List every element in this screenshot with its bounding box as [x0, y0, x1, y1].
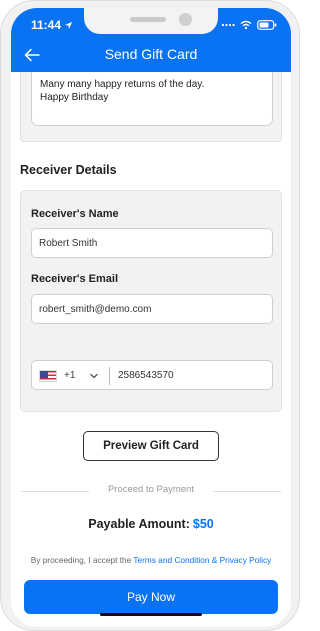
gift-message-line: Many many happy returns of the day.	[40, 79, 205, 90]
receiver-name-label: Receiver's Name	[31, 208, 119, 220]
chevron-down-icon[interactable]	[88, 370, 100, 382]
proceed-to-payment-label: Proceed to Payment	[107, 484, 195, 495]
receiver-section-title: Receiver Details	[20, 163, 117, 177]
phone-number-value: 2586543570	[118, 370, 174, 381]
gift-message-textarea[interactable]: Many many happy returns of the day. Happ…	[31, 72, 273, 126]
pay-now-button[interactable]: Pay Now	[24, 580, 278, 614]
phone-frame: 11:44 Send Gift Card Many many happy ret…	[0, 0, 300, 631]
wifi-icon	[240, 20, 252, 30]
receiver-name-input[interactable]: Robert Smith	[31, 228, 273, 258]
phone-divider	[109, 367, 110, 385]
location-arrow-icon	[64, 21, 73, 29]
consent-text: By proceeding, I accept the Terms and Co…	[11, 555, 291, 565]
signal-dots-icon	[221, 23, 235, 27]
battery-icon	[257, 20, 277, 30]
receiver-email-value: robert_smith@demo.com	[39, 303, 152, 315]
app-screen: 11:44 Send Gift Card Many many happy ret…	[11, 8, 291, 627]
page-title: Send Gift Card	[104, 46, 198, 62]
preview-gift-card-button[interactable]: Preview Gift Card	[83, 431, 219, 461]
front-camera	[179, 13, 192, 26]
status-time: 11:44	[31, 18, 62, 32]
status-time-group: 11:44	[31, 18, 73, 32]
proceed-divider: Proceed to Payment	[21, 484, 281, 498]
nav-header: Send Gift Card	[11, 44, 291, 66]
app-header-bar: 11:44 Send Gift Card	[11, 8, 291, 72]
receiver-details-card: Receiver's Name Robert Smith Receiver's …	[20, 190, 282, 412]
receiver-name-value: Robert Smith	[39, 237, 98, 249]
message-card: Many many happy returns of the day. Happ…	[20, 72, 282, 142]
terms-privacy-link[interactable]: Terms and Condition & Privacy Policy	[133, 555, 271, 565]
device-notch	[84, 8, 218, 34]
payable-amount: Payable Amount: $50	[11, 517, 291, 531]
status-icons	[221, 20, 277, 30]
us-flag-icon[interactable]	[39, 370, 57, 382]
receiver-phone-input[interactable]: +1 2586543570	[31, 360, 273, 390]
home-indicator	[100, 613, 202, 616]
flag-canton	[40, 371, 48, 378]
gift-message-line: Happy Birthday	[40, 92, 109, 103]
consent-prefix: By proceeding, I accept the	[30, 555, 134, 565]
divider-line-right	[213, 491, 281, 492]
receiver-email-input[interactable]: robert_smith@demo.com	[31, 294, 273, 324]
receiver-email-label: Receiver's Email	[31, 273, 119, 285]
speaker-grille	[130, 17, 166, 22]
payable-amount-label: Payable Amount:	[88, 517, 190, 531]
payable-amount-value: $50	[192, 517, 214, 531]
country-code[interactable]: +1	[64, 370, 75, 381]
